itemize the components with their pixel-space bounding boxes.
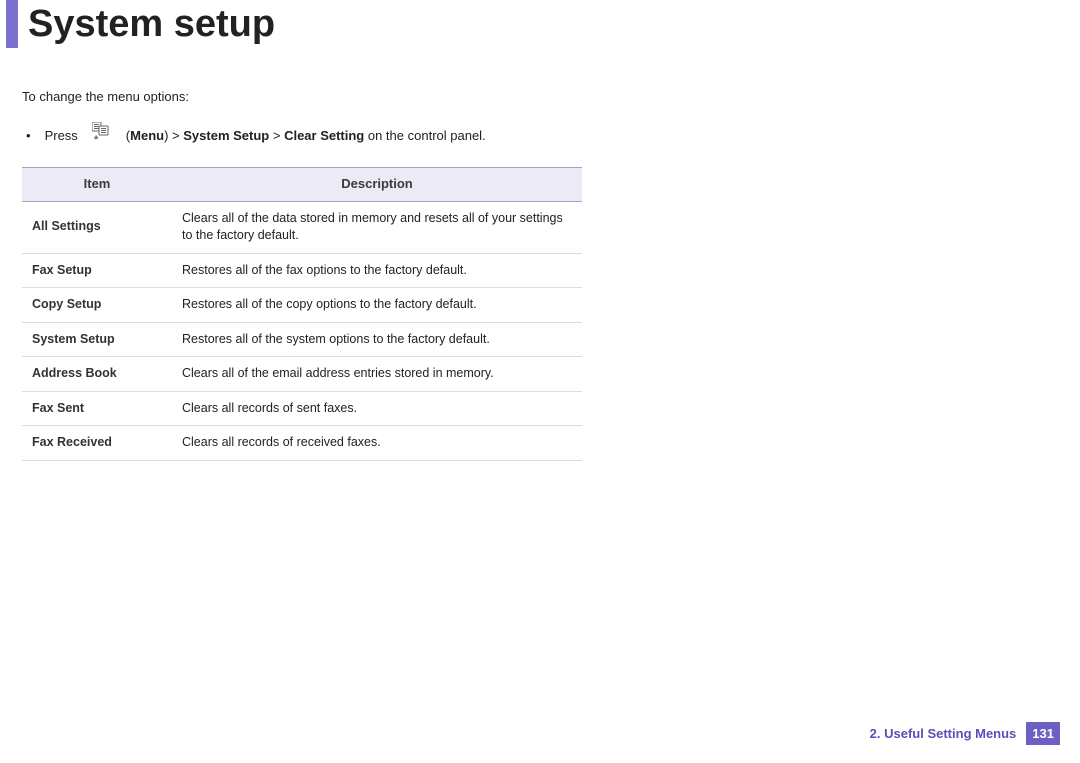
item-name: Fax Sent — [22, 391, 172, 426]
settings-table: Item Description All Settings Clears all… — [22, 167, 582, 460]
footer-section: 2. Useful Setting Menus — [870, 726, 1017, 741]
table-row: Fax Sent Clears all records of sent faxe… — [22, 391, 582, 426]
table-row: Copy Setup Restores all of the copy opti… — [22, 288, 582, 323]
title-accent-bar — [6, 0, 18, 48]
table-row: Fax Received Clears all records of recei… — [22, 426, 582, 461]
menu-label: Menu — [130, 128, 164, 143]
instruction-list: • Press * (Menu) > System Setup > Clear … — [26, 122, 642, 149]
clear-setting-label: Clear Setting — [284, 128, 364, 143]
page-footer: 2. Useful Setting Menus 131 — [870, 722, 1060, 745]
item-desc: Clears all of the email address entries … — [172, 357, 582, 392]
item-name: Copy Setup — [22, 288, 172, 323]
item-desc: Clears all records of received faxes. — [172, 426, 582, 461]
content-area: To change the menu options: • Press * — [22, 88, 642, 461]
menu-path: (Menu) > System Setup > Clear Setting on… — [126, 127, 486, 145]
item-name: All Settings — [22, 201, 172, 253]
sep2: > — [269, 128, 284, 143]
suffix-text: on the control panel. — [364, 128, 485, 143]
svg-text:*: * — [94, 134, 99, 144]
page-number-badge: 131 — [1026, 722, 1060, 745]
close-paren-sep: ) > — [164, 128, 183, 143]
table-row: Address Book Clears all of the email add… — [22, 357, 582, 392]
menu-icon: * — [92, 122, 112, 149]
bullet-marker: • — [26, 127, 31, 145]
item-name: Fax Setup — [22, 253, 172, 288]
item-name: System Setup — [22, 322, 172, 357]
page-title: System setup — [28, 0, 275, 48]
header-item: Item — [22, 168, 172, 201]
intro-text: To change the menu options: — [22, 88, 642, 106]
table-header-row: Item Description — [22, 168, 582, 201]
page-title-block: System setup — [6, 0, 1080, 48]
press-label: Press — [45, 127, 78, 145]
item-desc: Restores all of the fax options to the f… — [172, 253, 582, 288]
item-desc: Clears all records of sent faxes. — [172, 391, 582, 426]
item-desc: Restores all of the system options to th… — [172, 322, 582, 357]
item-name: Address Book — [22, 357, 172, 392]
item-name: Fax Received — [22, 426, 172, 461]
table-row: Fax Setup Restores all of the fax option… — [22, 253, 582, 288]
header-description: Description — [172, 168, 582, 201]
instruction-item: • Press * (Menu) > System Setup > Clear … — [26, 122, 642, 149]
item-desc: Clears all of the data stored in memory … — [172, 201, 582, 253]
table-row: System Setup Restores all of the system … — [22, 322, 582, 357]
item-desc: Restores all of the copy options to the … — [172, 288, 582, 323]
table-row: All Settings Clears all of the data stor… — [22, 201, 582, 253]
system-setup-label: System Setup — [183, 128, 269, 143]
